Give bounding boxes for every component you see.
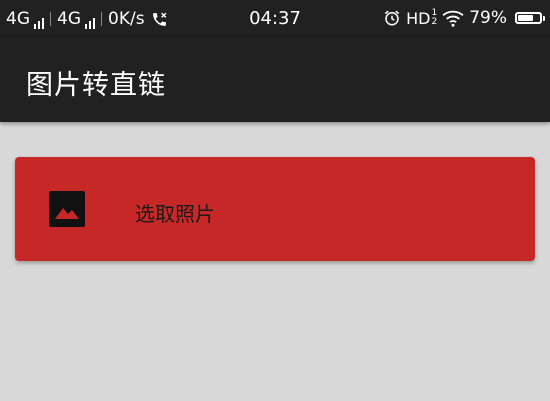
battery-percent: 79% xyxy=(469,8,507,28)
wifi-icon xyxy=(442,10,464,27)
pick-photo-button[interactable]: 选取照片 xyxy=(15,157,535,261)
hd-voice-indicator: HD 1 2 xyxy=(406,8,438,28)
app-title: 图片转直链 xyxy=(26,70,166,101)
battery-icon xyxy=(515,12,545,24)
status-bar: 4G 4G 0K/s 04:37 HD 1 2 79% xyxy=(0,0,550,38)
app-bar: 图片转直链 xyxy=(0,38,550,122)
alarm-clock-icon xyxy=(384,10,400,26)
hd-label: HD xyxy=(406,8,431,28)
pick-photo-label: 选取照片 xyxy=(135,202,215,226)
image-icon xyxy=(49,191,85,227)
hd-sim-bottom: 2 xyxy=(431,16,438,27)
status-right: HD 1 2 79% xyxy=(383,8,545,28)
